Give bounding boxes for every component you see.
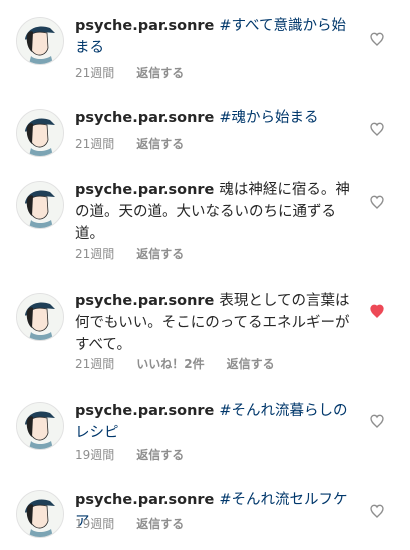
comment-meta: 21週間 いいね！2件 返信する (75, 355, 275, 372)
heart-icon[interactable] (369, 194, 385, 210)
comment-time: 21週間 (75, 66, 115, 80)
avatar[interactable] (16, 181, 64, 229)
avatar-illustration-icon (17, 491, 63, 537)
reply-button[interactable]: 返信する (136, 446, 184, 463)
comment-body: psyche.par.sonre 表現としての言葉は何でもいい。そこにのってるエネ… (75, 290, 360, 356)
avatar[interactable] (16, 109, 64, 157)
comment-username[interactable]: psyche.par.sonre (75, 403, 214, 419)
comment-meta: 21週間 返信する (75, 245, 184, 262)
comment-meta: 21週間 返信する (75, 64, 184, 81)
reply-button[interactable]: 返信する (136, 135, 184, 152)
heart-icon[interactable] (369, 31, 385, 47)
comment-username[interactable]: psyche.par.sonre (75, 293, 214, 309)
comment-time: 21週間 (75, 357, 115, 371)
comment-time: 21週間 (75, 247, 115, 261)
avatar-illustration-icon (17, 18, 63, 64)
comment-username[interactable]: psyche.par.sonre (75, 492, 214, 508)
comment-time: 19週間 (75, 448, 115, 462)
avatar-illustration-icon (17, 110, 63, 156)
avatar[interactable] (16, 293, 64, 341)
comment-time: 19週間 (75, 517, 115, 531)
comment-body: psyche.par.sonre 魂は神経に宿る。神の道。天の道。大いなるいのちに… (75, 179, 360, 245)
avatar[interactable] (16, 17, 64, 65)
comment-meta: 21週間 返信する (75, 135, 184, 152)
comment-meta: 19週間 返信する (75, 446, 184, 463)
reply-button[interactable]: 返信する (136, 515, 184, 532)
avatar[interactable] (16, 402, 64, 450)
reply-button[interactable]: 返信する (227, 355, 275, 372)
reply-button[interactable]: 返信する (136, 64, 184, 81)
comment-username[interactable]: psyche.par.sonre (75, 18, 214, 34)
heart-icon[interactable] (369, 413, 385, 429)
avatar-illustration-icon (17, 182, 63, 228)
comment-time: 21週間 (75, 137, 115, 151)
heart-icon[interactable] (369, 121, 385, 137)
comment-hashtag[interactable]: #魂から始まる (219, 110, 318, 126)
comment-username[interactable]: psyche.par.sonre (75, 182, 214, 198)
avatar-illustration-icon (17, 294, 63, 340)
likes-count[interactable]: いいね！2件 (136, 355, 204, 372)
comment-body: psyche.par.sonre #そんれ流暮らしのレシピ (75, 400, 360, 444)
avatar[interactable] (16, 490, 64, 538)
avatar-illustration-icon (17, 403, 63, 449)
comment-meta: 19週間 返信する (75, 515, 184, 532)
comment-username[interactable]: psyche.par.sonre (75, 110, 214, 126)
comment-body: psyche.par.sonre #すべて意識から始まる (75, 15, 360, 59)
comment-body: psyche.par.sonre #魂から始まる (75, 107, 360, 129)
reply-button[interactable]: 返信する (136, 245, 184, 262)
heart-icon[interactable] (369, 503, 385, 519)
heart-icon[interactable] (369, 303, 385, 319)
